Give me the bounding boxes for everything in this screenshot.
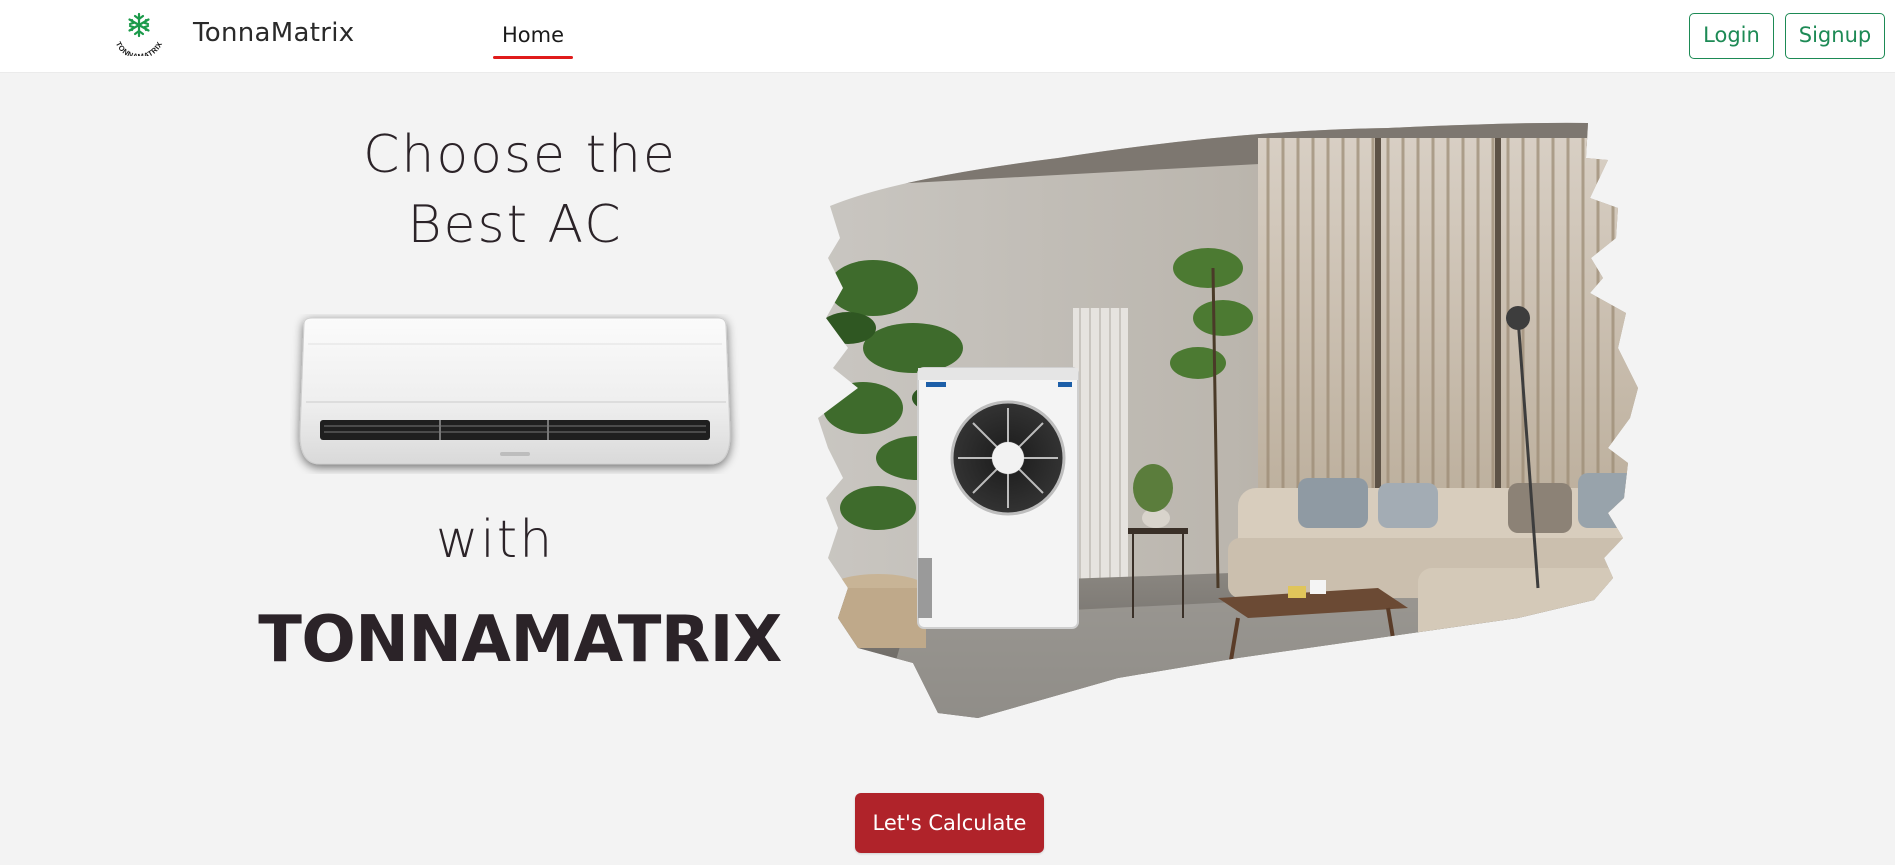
logo-text: TONNAMATRIX [114, 40, 164, 61]
lets-calculate-button[interactable]: Let's Calculate [855, 793, 1044, 853]
snowflake-icon: TONNAMATRIX [114, 12, 164, 61]
svg-text:TONNAMATRIX: TONNAMATRIX [114, 40, 164, 56]
brand-name[interactable]: TonnaMatrix [193, 18, 354, 48]
hero-headline-with: with [435, 510, 555, 570]
hero-headline-line2: Best AC [407, 195, 623, 255]
signup-button[interactable]: Signup [1785, 13, 1885, 59]
nav-item-home[interactable]: Home [493, 23, 573, 59]
nav-item-home-label: Home [501, 23, 564, 47]
living-room-image [818, 118, 1644, 724]
hero-brand-title: TONNAMATRIX [258, 603, 782, 677]
split-ac-unit-image [290, 314, 740, 474]
top-navbar: TONNAMATRIX TonnaMatrix Home Login Signu… [0, 0, 1895, 73]
active-nav-underline [493, 56, 573, 59]
hero-headline-line1: Choose the [363, 125, 677, 185]
login-button[interactable]: Login [1689, 13, 1774, 59]
brand-logo[interactable]: TONNAMATRIX [108, 10, 170, 61]
